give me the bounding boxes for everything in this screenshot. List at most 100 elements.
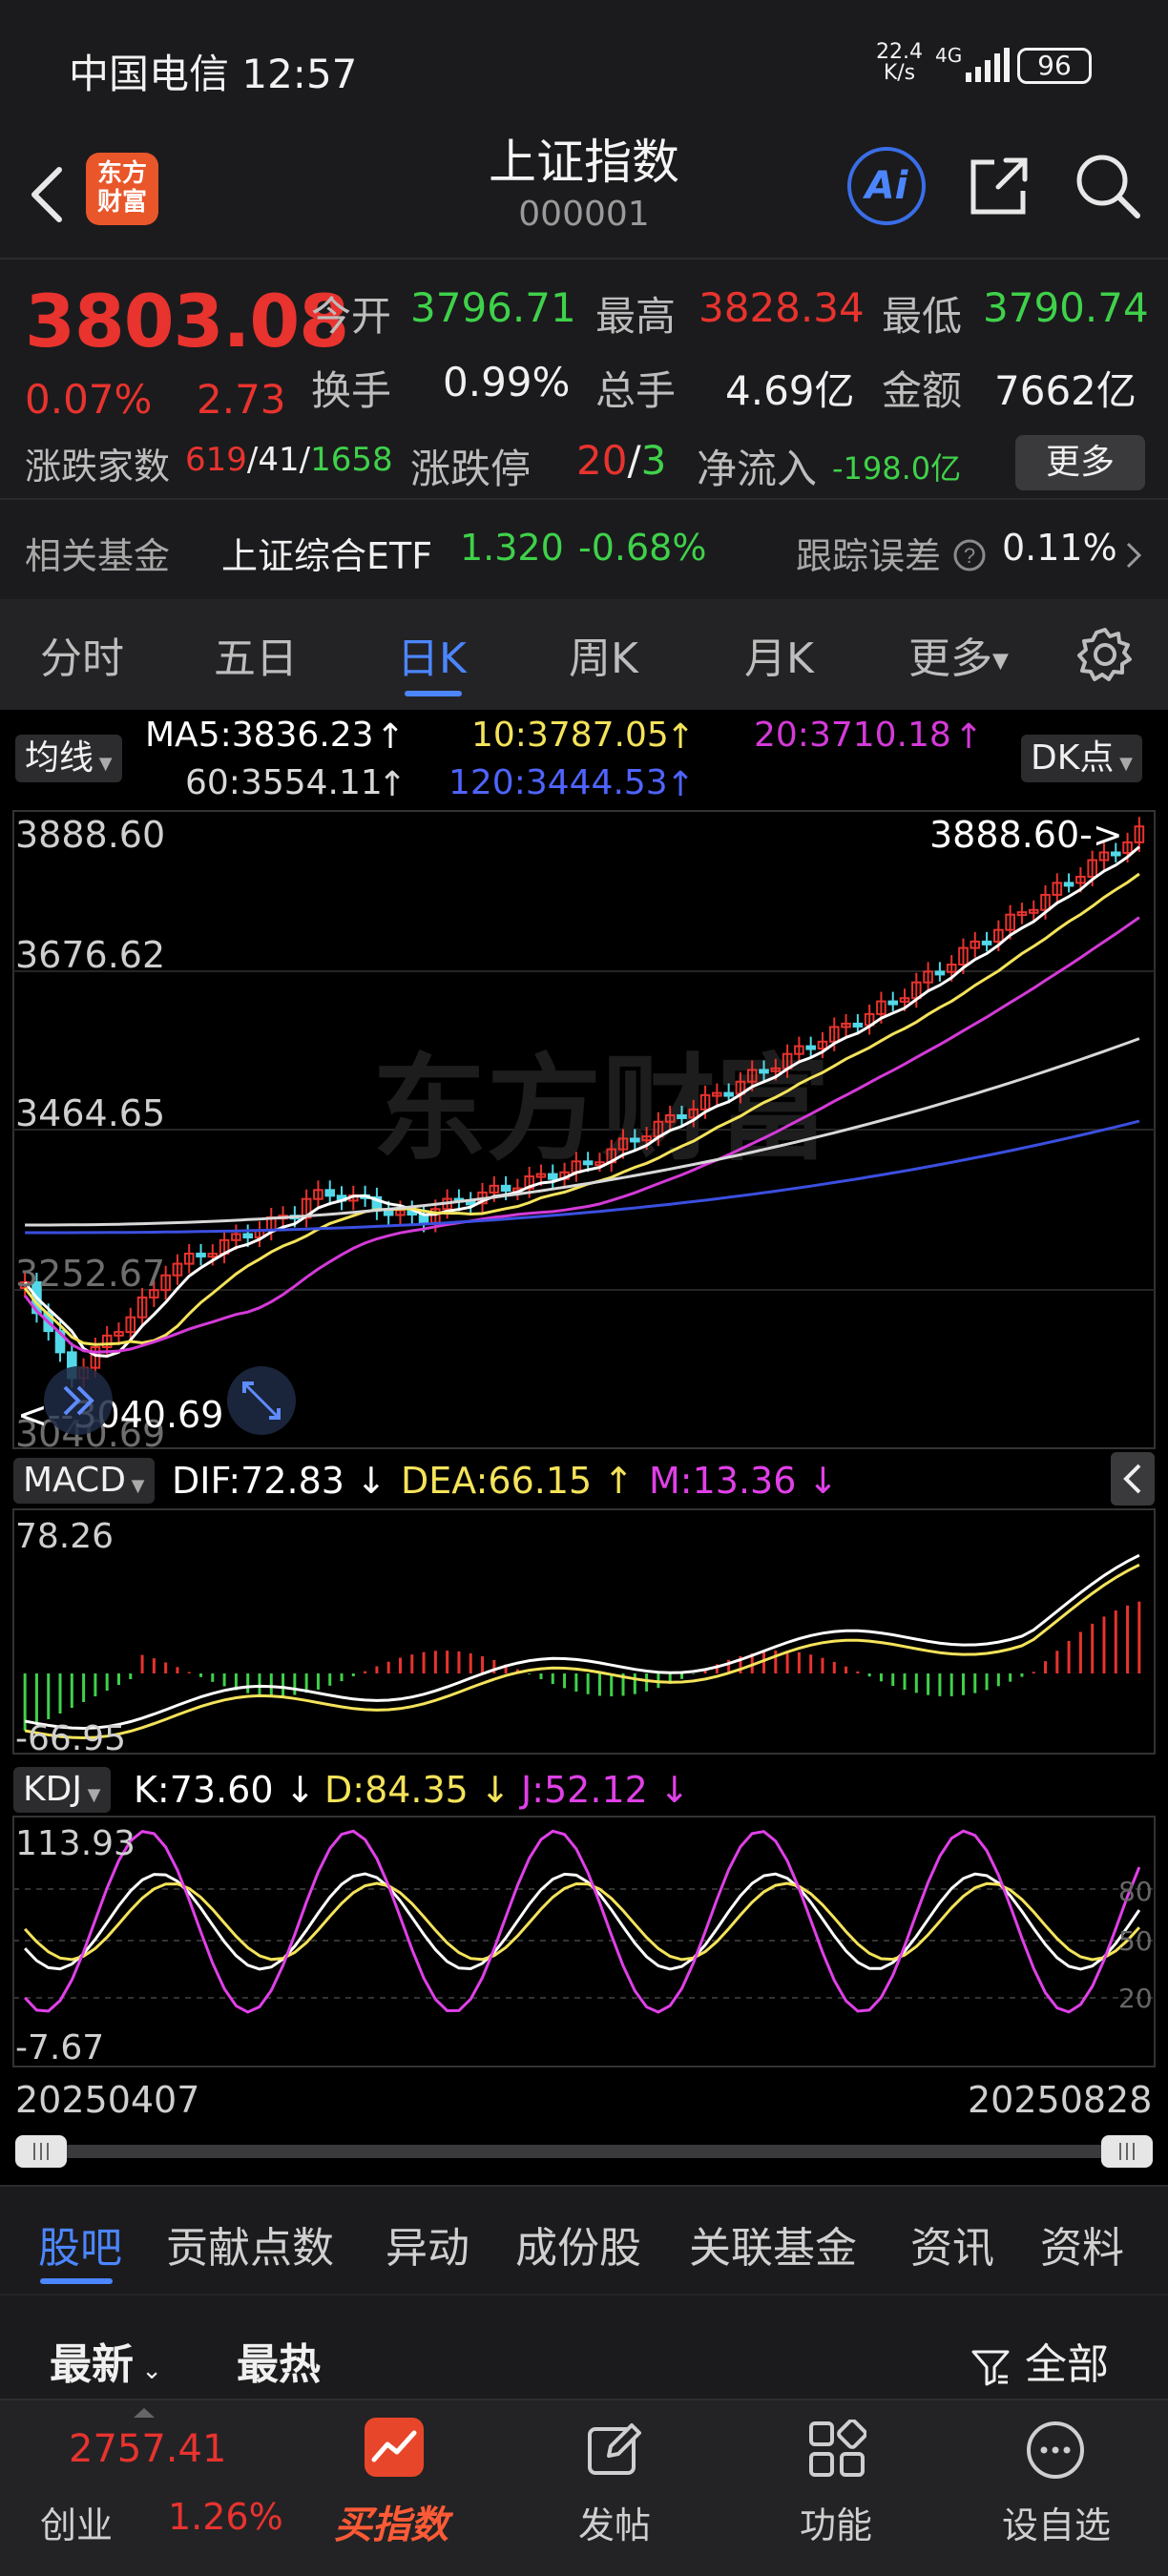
filter-icon xyxy=(971,2350,1010,2386)
macd-bar xyxy=(785,1651,789,1673)
carrier-time: 中国电信 12:57 xyxy=(69,51,358,97)
index-pct: 1.26% xyxy=(168,2496,283,2538)
trend-chart-icon xyxy=(365,2418,424,2477)
more-button[interactable]: 更多 xyxy=(1015,435,1145,490)
ai-button[interactable]: Ai xyxy=(847,147,926,225)
share-icon[interactable] xyxy=(966,153,1032,219)
collapse-panel-icon[interactable] xyxy=(1111,1452,1155,1506)
sort-hottest[interactable]: 最热 xyxy=(237,2330,321,2391)
tab-daily-k[interactable]: 日K xyxy=(397,624,467,685)
breadth-down: 1658 xyxy=(310,441,393,479)
macd-selector[interactable]: MACD ▼ xyxy=(13,1458,155,1504)
macd-bar xyxy=(597,1673,601,1696)
price-axis-top: 3888.60 xyxy=(15,814,165,856)
j-line xyxy=(24,1829,1141,2014)
help-icon[interactable]: ? xyxy=(952,538,987,572)
index-value: 2757.41 xyxy=(69,2427,227,2471)
macd-bar xyxy=(293,1673,297,1695)
range-handle-left[interactable] xyxy=(15,2135,67,2168)
kline-chart-area[interactable]: 东方财富 3888.60 3676.62 3464.65 3252.67 304… xyxy=(0,710,1168,2185)
tab-monthly-k[interactable]: 月K xyxy=(744,624,814,685)
filter-button[interactable]: 全部 xyxy=(970,2330,1109,2391)
arrow-up-icon: ↑ xyxy=(954,717,984,757)
kdj-selector[interactable]: KDJ ▼ xyxy=(13,1767,111,1813)
related-fund-row[interactable]: 相关基金 上证综合ETF 1.320 -0.68% 跟踪误差 ? 0.11% xyxy=(0,498,1168,599)
tab-profile[interactable]: 资料 xyxy=(1040,2213,1124,2275)
back-icon[interactable] xyxy=(19,156,76,233)
sort-bar: 最新 ⌄ 最热 全部 xyxy=(0,2294,1168,2399)
tab-guba[interactable]: 股吧 xyxy=(38,2213,122,2275)
macd-bar xyxy=(140,1654,144,1673)
macd-bar xyxy=(539,1673,543,1680)
candle-body xyxy=(196,1252,206,1257)
macd-bar xyxy=(152,1658,156,1673)
macd-bar xyxy=(1044,1661,1048,1673)
macd-bar xyxy=(633,1673,636,1694)
kdj-ref-80: 80 xyxy=(1118,1876,1153,1907)
turnover-label: 换手 xyxy=(311,367,392,414)
macd-bar xyxy=(433,1651,437,1673)
macd-axis-top: 78.26 xyxy=(15,1517,114,1556)
search-icon[interactable] xyxy=(1071,149,1143,221)
macd-selector-label: MACD xyxy=(23,1461,126,1500)
tab-weekly-k[interactable]: 周K xyxy=(569,624,638,685)
brand-logo: 东方 财富 xyxy=(86,153,158,225)
tab-intraday[interactable]: 分时 xyxy=(40,624,124,685)
range-handle-right[interactable] xyxy=(1101,2135,1153,2168)
net-speed-value: 22.4 xyxy=(876,40,923,64)
limit-down: 3 xyxy=(640,437,667,484)
dea-label: DEA:66.15 ↑ xyxy=(401,1460,635,1502)
candle-body xyxy=(805,1045,816,1050)
tab-constituents[interactable]: 成份股 xyxy=(515,2213,641,2275)
j-label: J:52.12 ↓ xyxy=(521,1769,690,1811)
amount-label: 金额 xyxy=(882,367,963,414)
kline-chart[interactable]: 东方财富 3888.60 3676.62 3464.65 3252.67 304… xyxy=(0,710,1168,2185)
tab-more[interactable]: 更多▼ xyxy=(908,624,1009,685)
candle-body xyxy=(934,970,946,976)
macd-bar xyxy=(903,1673,907,1691)
macd-bar xyxy=(985,1673,989,1691)
tab-five-day[interactable]: 五日 xyxy=(214,624,298,685)
status-bar: 中国电信 12:57 22.4 K/s 4G 96 xyxy=(0,0,1168,134)
macd-bar xyxy=(199,1673,203,1677)
turnover-value: 0.99% xyxy=(443,359,571,405)
macd-bar xyxy=(176,1667,179,1673)
breadth-values: 619/41/1658 xyxy=(185,441,393,479)
macd-lines xyxy=(24,1553,1140,1740)
macd-bar xyxy=(1032,1672,1035,1673)
fullscreen-icon[interactable] xyxy=(227,1366,296,1435)
macd-bar xyxy=(1091,1623,1095,1673)
macd-bar xyxy=(961,1673,965,1695)
kdj-ref-20: 20 xyxy=(1118,1983,1153,2014)
tab-news[interactable]: 资讯 xyxy=(910,2213,994,2275)
ma120-label: 120:3444.53 xyxy=(448,763,668,802)
tab-anomaly[interactable]: 异动 xyxy=(386,2213,469,2275)
active-content-tab-indicator xyxy=(40,2278,113,2284)
macd-bar xyxy=(386,1661,390,1673)
macd-bar xyxy=(364,1671,367,1673)
settings-gear-icon[interactable] xyxy=(1076,626,1134,683)
macd-bar xyxy=(645,1673,649,1692)
range-scrollbar[interactable] xyxy=(15,2145,1153,2158)
candle-body xyxy=(723,1091,734,1097)
tab-related-funds[interactable]: 关联基金 xyxy=(689,2213,857,2275)
price-axis-3: 3464.65 xyxy=(15,1092,165,1134)
macd-bar xyxy=(1055,1651,1059,1673)
macd-bar xyxy=(269,1673,273,1696)
ma-selector[interactable]: 均线 ▼ xyxy=(15,735,122,782)
dk-point-button[interactable]: DK点 ▼ xyxy=(1021,735,1142,782)
tab-contribution[interactable]: 贡献点数 xyxy=(166,2213,334,2275)
fund-price: 1.320 xyxy=(460,527,564,569)
m-label: M:13.36 ↓ xyxy=(649,1460,839,1502)
candle-body xyxy=(582,1160,594,1166)
macd-bar xyxy=(34,1673,38,1725)
macd-bar xyxy=(1114,1610,1117,1673)
sort-latest[interactable]: 最新 ⌄ xyxy=(50,2330,162,2391)
network-type: 4G xyxy=(935,44,963,67)
macd-axis-bottom: -66.95 xyxy=(15,1719,126,1758)
breadth-up: 619 xyxy=(185,441,247,479)
change-value: 2.73 xyxy=(197,376,286,423)
expand-left-icon[interactable] xyxy=(44,1366,113,1435)
dk-label: DK点 xyxy=(1031,738,1115,778)
edit-icon xyxy=(588,2423,641,2475)
